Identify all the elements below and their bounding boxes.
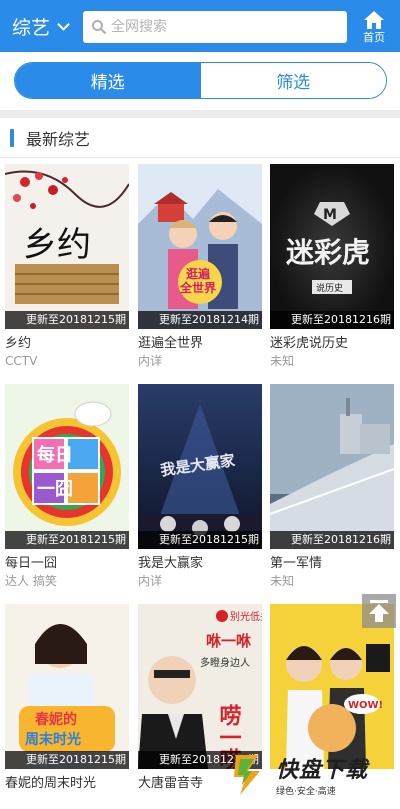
back-to-top-button[interactable] (362, 594, 396, 628)
poster-image: M 迷彩虎 说历史 (270, 164, 394, 329)
section-accent-bar (10, 128, 14, 147)
show-subtitle: 达人 搞笑 (5, 574, 57, 588)
svg-text:多瞪身边人: 多瞪身边人 (200, 656, 250, 669)
update-badge: 更新至20181215期 (5, 531, 129, 549)
poster-image: 每日 一囧 (5, 384, 129, 549)
show-title: 迷彩虎说历史 (270, 336, 349, 351)
tab-switcher: 精选 筛选 (14, 62, 387, 99)
show-title: 我是大赢家 (138, 556, 204, 571)
show-poster[interactable]: 逛遍 全世界 更新至20181214期 (138, 164, 262, 329)
show-title: 春妮的周末时光 (5, 776, 97, 791)
show-card[interactable]: 逛遍 全世界 更新至20181214期 逛遍全世界 内详 (138, 164, 262, 369)
show-title: 每日一囧 (5, 556, 58, 571)
search-icon (92, 20, 107, 35)
update-badge: 更新至20181215期 (5, 751, 129, 769)
poster-image: 乡约 (5, 164, 129, 329)
home-label: 首页 (363, 31, 385, 44)
tab-featured[interactable]: 精选 (15, 63, 201, 98)
category-dropdown[interactable]: 综艺 (12, 12, 71, 40)
poster-image: 春妮的 周末时光 (5, 604, 129, 769)
section-title: 最新综艺 (26, 129, 91, 149)
svg-text:咻一咻: 咻一咻 (206, 632, 252, 650)
svg-text:乡约: 乡约 (23, 225, 91, 265)
poster-image: 别光低头 咻一咻 多瞪身边人 唠一唠 (138, 604, 262, 769)
poster-image: WOW! (270, 604, 394, 769)
svg-text:M: M (323, 207, 337, 223)
show-subtitle: 内详 (138, 354, 163, 368)
watermark-tagline: 绿色·安全·高速 (276, 786, 336, 797)
show-title: 第一军情 (270, 556, 323, 571)
show-poster[interactable]: 每日 一囧 更新至20181215期 (5, 384, 129, 549)
show-card[interactable]: 每日 一囧 更新至20181215期 每日一囧 达人 搞笑 (5, 384, 129, 589)
watermark-logo: 快盘下载 绿色·安全·高速 (230, 748, 400, 800)
show-card[interactable]: 更新至20181216期 第一军情 未知 (270, 384, 394, 589)
show-card[interactable]: M 迷彩虎 说历史 更新至20181216期 迷彩虎说历史 未知 (270, 164, 394, 369)
show-subtitle (5, 793, 129, 809)
svg-text:说历史: 说历史 (316, 282, 343, 294)
svg-text:WOW!: WOW! (348, 700, 383, 711)
section-header: 最新综艺 (0, 118, 400, 158)
show-title: 乡约 (5, 336, 32, 351)
show-poster[interactable]: 别光低头 咻一咻 多瞪身边人 唠一唠 更新至20181215期 (138, 604, 262, 769)
show-poster[interactable]: 春妮的 周末时光 更新至20181215期 (5, 604, 129, 769)
update-badge: 更新至20181214期 (138, 311, 262, 329)
poster-image: 我是大赢家 (138, 384, 262, 549)
category-label: 综艺 (12, 16, 51, 39)
svg-text:一囧: 一囧 (37, 479, 73, 500)
show-title: 逛遍全世界 (138, 336, 204, 351)
svg-text:全世界: 全世界 (179, 280, 216, 295)
svg-text:别光低头: 别光低头 (230, 610, 262, 623)
update-badge: 更新至20181216期 (270, 531, 394, 549)
arrow-up-icon (369, 600, 389, 622)
chevron-down-icon (57, 22, 70, 31)
show-subtitle: CCTV (5, 354, 38, 368)
show-subtitle: 未知 (270, 354, 295, 368)
svg-text:周末时光: 周末时光 (25, 731, 81, 748)
home-button[interactable]: 首页 (354, 9, 394, 47)
show-card[interactable]: 乡约 更新至20181215期 乡约 CCTV (5, 164, 129, 369)
update-badge: 更新至20181215期 (138, 531, 262, 549)
update-badge: 更新至20181215期 (5, 311, 129, 329)
search-input[interactable] (111, 19, 331, 35)
tab-filter[interactable]: 筛选 (200, 63, 386, 98)
svg-text:逛遍: 逛遍 (186, 266, 211, 281)
svg-text:迷彩虎: 迷彩虎 (286, 236, 370, 269)
show-subtitle: 内详 (138, 574, 163, 588)
update-badge: 更新至20181216期 (270, 311, 394, 329)
poster-image (270, 384, 394, 549)
search-box[interactable] (83, 11, 347, 43)
svg-text:春妮的: 春妮的 (34, 711, 77, 728)
show-poster[interactable]: 乡约 更新至20181215期 (5, 164, 129, 329)
home-icon (364, 11, 384, 29)
show-poster[interactable]: 我是大赢家 更新至20181215期 (138, 384, 262, 549)
show-card[interactable]: 我是大赢家 更新至20181215期 我是大赢家 内详 (138, 384, 262, 589)
svg-text:每日: 每日 (37, 444, 73, 466)
show-poster[interactable]: WOW! (270, 604, 394, 769)
show-poster[interactable]: M 迷彩虎 说历史 更新至20181216期 (270, 164, 394, 329)
show-poster[interactable]: 更新至20181216期 (270, 384, 394, 549)
show-subtitle: 未知 (270, 574, 295, 588)
watermark-name: 快盘下载 (276, 757, 369, 783)
show-card[interactable]: 春妮的 周末时光 更新至20181215期 春妮的周末时光 (5, 604, 129, 809)
section-divider (0, 110, 400, 118)
lightning-logo-icon (234, 755, 260, 795)
top-bar: 综艺 首页 (0, 0, 400, 52)
poster-image: 逛遍 全世界 (138, 164, 262, 329)
